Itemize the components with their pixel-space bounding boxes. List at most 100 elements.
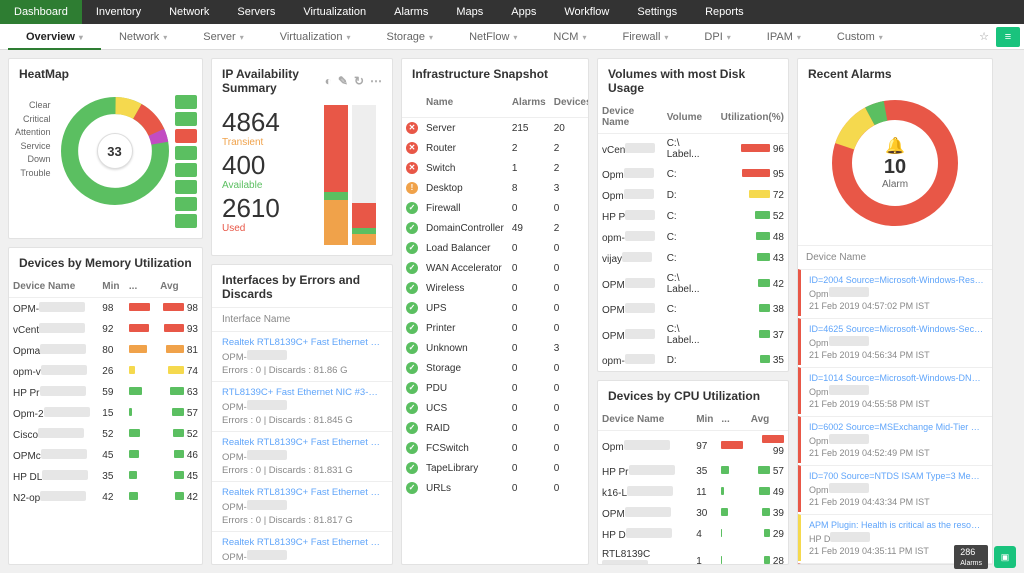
table-row[interactable]: Opm97 99	[598, 431, 788, 462]
interface-row[interactable]: RTL8139C+ Fast Ethernet NIC #3-Npcap Pac…	[212, 381, 392, 431]
interface-row[interactable]: Realtek RTL8139C+ Fast Ethernet NIC #3-W…	[212, 481, 392, 531]
topnav-workflow[interactable]: Workflow	[550, 0, 623, 24]
heatmap-tile[interactable]	[175, 214, 197, 228]
more-icon[interactable]: ⋯	[370, 74, 382, 88]
table-row[interactable]: vCent92 93	[9, 319, 202, 340]
footer-alarm-badge[interactable]: 286Alarms ▣	[954, 545, 1016, 569]
snapshot-row[interactable]: ✓Load Balancer000	[402, 238, 589, 258]
volumes-card: Volumes with most Disk Usage Device Name…	[597, 58, 789, 372]
volume-row[interactable]: OpmD: 72	[598, 185, 788, 206]
snapshot-row[interactable]: ✓UCS000	[402, 398, 589, 418]
volume-row[interactable]: OpmC: 95	[598, 164, 788, 185]
heatmap-tile[interactable]	[175, 163, 197, 177]
table-row[interactable]: N2-op42 42	[9, 487, 202, 508]
interface-row[interactable]: Realtek RTL8139C+ Fast Ethernet NIC #3-N…	[212, 331, 392, 381]
table-row[interactable]: OPM30 39	[598, 503, 788, 524]
heatmap-tile[interactable]	[175, 112, 197, 126]
subnav-overview[interactable]: Overview▾	[8, 24, 101, 50]
snapshot-row[interactable]: ✓UPS000	[402, 298, 589, 318]
gauge-icon[interactable]: ◐	[325, 74, 332, 88]
edit-icon[interactable]: ✎	[338, 74, 348, 88]
snapshot-row[interactable]: ✓PDU000	[402, 378, 589, 398]
footer-chat-icon[interactable]: ▣	[994, 546, 1016, 568]
snapshot-row[interactable]: ✕Switch121	[402, 158, 589, 178]
topnav-reports[interactable]: Reports	[691, 0, 758, 24]
alarm-item[interactable]: ID=1014 Source=Microsoft-Windows-DNS-Cli…	[798, 367, 992, 414]
table-row[interactable]: Opm-215 57	[9, 403, 202, 424]
volume-row[interactable]: OPMC:\ Label... 42	[598, 269, 788, 299]
star-icon[interactable]: ☆	[972, 30, 996, 43]
table-row[interactable]: HP Pr35 57	[598, 461, 788, 482]
heatmap-tile[interactable]	[175, 146, 197, 160]
topnav-settings[interactable]: Settings	[623, 0, 691, 24]
subnav-storage[interactable]: Storage▾	[369, 24, 452, 50]
subnav-server[interactable]: Server▾	[185, 24, 261, 50]
table-row[interactable]: OPMc45 46	[9, 445, 202, 466]
interfaces-card: Interfaces by Errors and Discards Interf…	[211, 264, 393, 565]
subnav-dpi[interactable]: DPI▾	[686, 24, 748, 50]
snapshot-row[interactable]: !Desktop832	[402, 178, 589, 198]
table-row[interactable]: Opma80 81	[9, 340, 202, 361]
topnav-inventory[interactable]: Inventory	[82, 0, 155, 24]
table-row[interactable]: Cisco52 52	[9, 424, 202, 445]
volume-row[interactable]: vijayC: 43	[598, 248, 788, 269]
heatmap-tile[interactable]	[175, 95, 197, 109]
volume-row[interactable]: opm-C: 48	[598, 227, 788, 248]
topnav-network[interactable]: Network	[155, 0, 223, 24]
heatmap-tile[interactable]	[175, 180, 197, 194]
interface-row[interactable]: Realtek RTL8139C+ Fast Ethernet NIC #3-E…	[212, 531, 392, 565]
snapshot-row[interactable]: ✕Router222	[402, 138, 589, 158]
snapshot-row[interactable]: ✓Firewall000	[402, 198, 589, 218]
table-row[interactable]: HP Pr59 63	[9, 382, 202, 403]
snapshot-row[interactable]: ✓TapeLibrary000	[402, 458, 589, 478]
subnav-ipam[interactable]: IPAM▾	[749, 24, 819, 50]
volume-row[interactable]: OPMC:\ Label... 37	[598, 320, 788, 350]
snapshot-row[interactable]: ✕Server215207	[402, 118, 589, 139]
heatmap-tile[interactable]	[175, 129, 197, 143]
topnav-virtualization[interactable]: Virtualization	[289, 0, 380, 24]
refresh-icon[interactable]: ↻	[354, 74, 364, 88]
filter-button[interactable]: ≡	[996, 27, 1020, 47]
table-row[interactable]: OPM-98 98	[9, 298, 202, 320]
snapshot-row[interactable]: ✓Storage000	[402, 358, 589, 378]
heatmap-tile[interactable]	[175, 197, 197, 211]
subnav-ncm[interactable]: NCM▾	[535, 24, 604, 50]
cpu-util-card: Devices by CPU Utilization Device NameMi…	[597, 380, 789, 565]
interface-row[interactable]: Realtek RTL8139C+ Fast Ethernet NIC #3-W…	[212, 431, 392, 481]
snapshot-row[interactable]: ✓WAN Accelerator000	[402, 258, 589, 278]
table-row[interactable]: opm-v26 74	[9, 361, 202, 382]
snapshot-row[interactable]: ✓URLs000	[402, 478, 589, 498]
volume-row[interactable]: vCenC:\ Label... 96	[598, 134, 788, 165]
alarm-item[interactable]: ID=6002 Source=MSExchange Mid-Tier Stora…	[798, 416, 992, 463]
subnav-firewall[interactable]: Firewall▾	[605, 24, 687, 50]
snapshot-row[interactable]: ✓RAID000	[402, 418, 589, 438]
topnav-apps[interactable]: Apps	[497, 0, 550, 24]
table-row[interactable]: k16-L11 49	[598, 482, 788, 503]
snapshot-row[interactable]: ✓Wireless000	[402, 278, 589, 298]
volume-row[interactable]: opm-D: 35	[598, 350, 788, 371]
table-row[interactable]: HP DL35 45	[9, 466, 202, 487]
subnav-virtualization[interactable]: Virtualization▾	[262, 24, 369, 50]
subnav-custom[interactable]: Custom▾	[819, 24, 901, 50]
snapshot-row[interactable]: ✓FCSwitch000	[402, 438, 589, 458]
topnav-servers[interactable]: Servers	[223, 0, 289, 24]
subnav-network[interactable]: Network▾	[101, 24, 185, 50]
topnav-maps[interactable]: Maps	[442, 0, 497, 24]
table-row[interactable]: HP D4 29	[598, 524, 788, 545]
volume-row[interactable]: OPMC: 38	[598, 299, 788, 320]
topnav-alarms[interactable]: Alarms	[380, 0, 442, 24]
snapshot-row[interactable]: ✓Unknown030	[402, 338, 589, 358]
alarm-item[interactable]: ID=700 Source=NTDS ISAM Type=3 Message=N…	[798, 465, 992, 512]
alarm-count: 10	[882, 156, 908, 179]
snapshot-row[interactable]: ✓DomainController4922	[402, 218, 589, 238]
alarm-item[interactable]: ID=4625 Source=Microsoft-Windows-Securit…	[798, 318, 992, 365]
table-row[interactable]: RTL8139C1 28	[598, 545, 788, 565]
volume-row[interactable]: HP PC: 52	[598, 206, 788, 227]
heatmap-tiles	[175, 95, 197, 228]
alarm-item[interactable]: ID=2004 Source=Microsoft-Windows-Resourc…	[798, 269, 992, 316]
subnav-netflow[interactable]: NetFlow▾	[451, 24, 535, 50]
bell-icon: 🔔	[882, 136, 908, 156]
snapshot-row[interactable]: ✓Printer000	[402, 318, 589, 338]
topnav-dashboard[interactable]: Dashboard	[0, 0, 82, 24]
ip-number: 2610	[222, 195, 318, 221]
